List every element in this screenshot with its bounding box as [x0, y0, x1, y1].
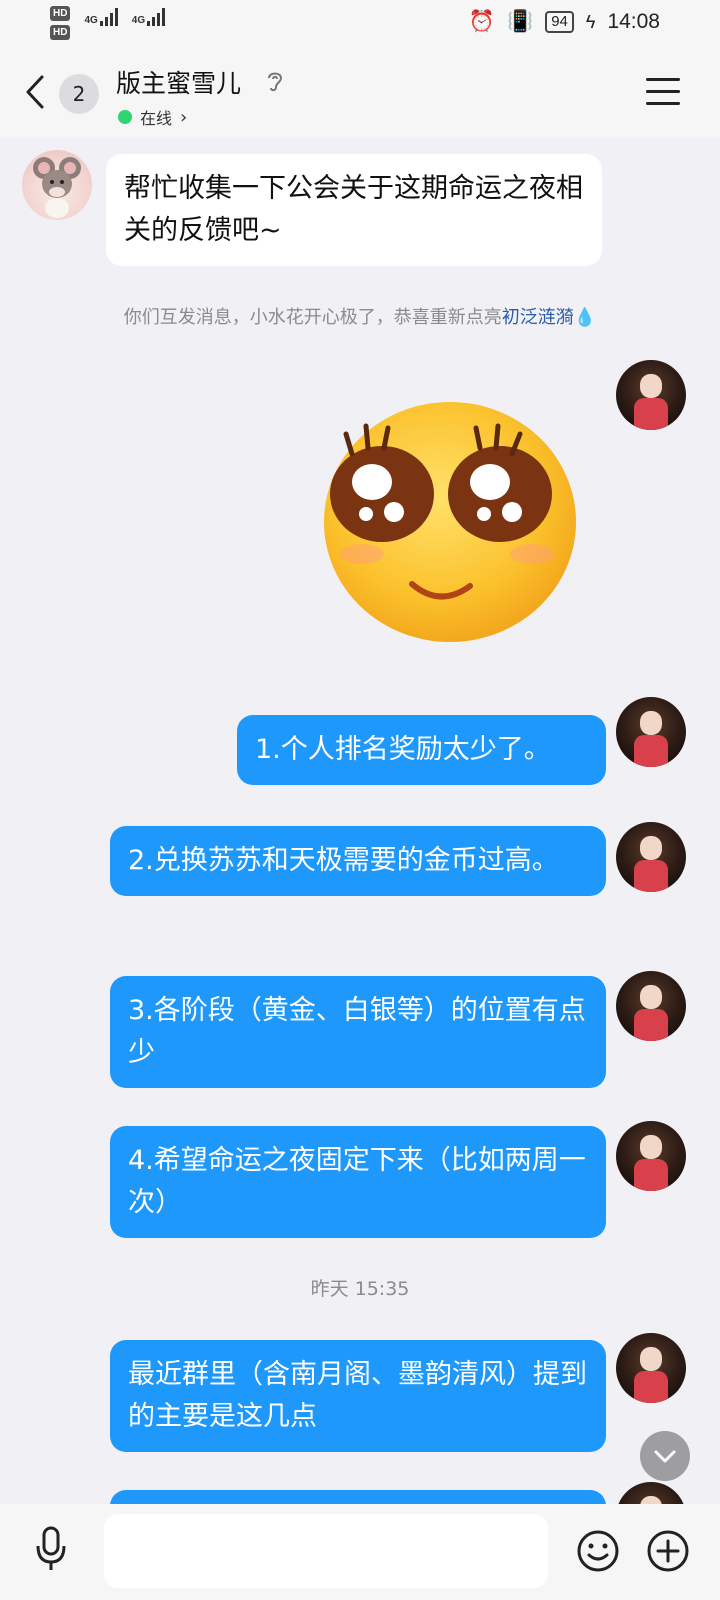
my-avatar[interactable] [616, 822, 686, 892]
chat-header: 2 版主蜜雪儿 在线 › [0, 48, 720, 138]
ear-icon[interactable] [265, 68, 285, 94]
contact-avatar[interactable] [22, 150, 92, 220]
incoming-message[interactable]: 帮忙收集一下公会关于这期命运之夜相关的反馈吧~ [106, 154, 602, 266]
chevron-down-icon[interactable] [640, 1431, 690, 1481]
plus-circle-icon[interactable] [646, 1529, 690, 1573]
network-type-1: 4G [84, 15, 98, 26]
vibrate-icon: 📳 [507, 10, 534, 33]
clock: 14:08 [607, 10, 660, 33]
signal-bars-1-icon [99, 6, 118, 26]
chat-title[interactable]: 版主蜜雪儿 [116, 64, 241, 100]
online-dot-icon [118, 110, 132, 124]
chevron-left-icon[interactable] [24, 74, 46, 110]
presence-label: 在线 [140, 109, 173, 128]
my-avatar[interactable] [616, 1333, 686, 1403]
signal-bars-2-icon [147, 6, 166, 26]
status-bar: HD HD 4G 4G ⏰ 📳 94 ϟ 14:08 [0, 0, 720, 48]
input-bar [0, 1504, 720, 1600]
outgoing-message[interactable]: 2.兑换苏苏和天极需要的金币过高。 [110, 826, 606, 896]
outgoing-message[interactable]: 3.各阶段（黄金、白银等）的位置有点少 [110, 976, 606, 1088]
status-right: ⏰ 📳 94 ϟ 14:08 [469, 10, 660, 34]
microphone-icon[interactable] [34, 1526, 68, 1572]
outgoing-message[interactable]: 1.个人排名奖励太少了。 [237, 715, 606, 785]
outgoing-message[interactable]: 最近群里（含南月阁、墨韵清风）提到的主要是这几点 [110, 1340, 606, 1452]
my-avatar[interactable] [616, 360, 686, 430]
system-notice: 你们互发消息，小水花开心极了，恭喜重新点亮初泛涟漪💧 [0, 303, 720, 329]
outgoing-message[interactable]: 4.希望命运之夜固定下来（比如两周一次） [110, 1126, 606, 1238]
signal-indicators: HD HD 4G 4G [50, 6, 166, 40]
my-avatar[interactable] [616, 697, 686, 767]
sticker-emoji-icon[interactable] [322, 394, 582, 644]
battery-level: 94 [545, 11, 574, 33]
my-avatar[interactable] [616, 971, 686, 1041]
notice-text: 你们互发消息，小水花开心极了，恭喜重新点亮 [123, 307, 502, 328]
hamburger-menu-icon[interactable] [646, 78, 680, 106]
alarm-icon: ⏰ [468, 10, 496, 33]
network-type-2: 4G [131, 15, 146, 26]
smiley-icon[interactable] [576, 1529, 620, 1573]
unread-count-badge[interactable]: 2 [59, 74, 99, 114]
notice-link[interactable]: 初泛涟漪 [502, 307, 574, 328]
timestamp-divider: 昨天 15:35 [310, 1278, 410, 1300]
signal-1: 4G [84, 6, 118, 26]
chevron-right-icon: › [180, 106, 188, 128]
presence-status[interactable]: 在线 › [118, 105, 187, 129]
hd-indicator-2: HD [50, 25, 71, 40]
signal-2: 4G [131, 6, 166, 26]
message-input[interactable] [104, 1514, 548, 1588]
water-drop-icon: 💧 [573, 307, 597, 328]
hd-indicator-1: HD [50, 6, 71, 21]
charging-icon: ϟ [585, 11, 596, 32]
my-avatar[interactable] [616, 1121, 686, 1191]
